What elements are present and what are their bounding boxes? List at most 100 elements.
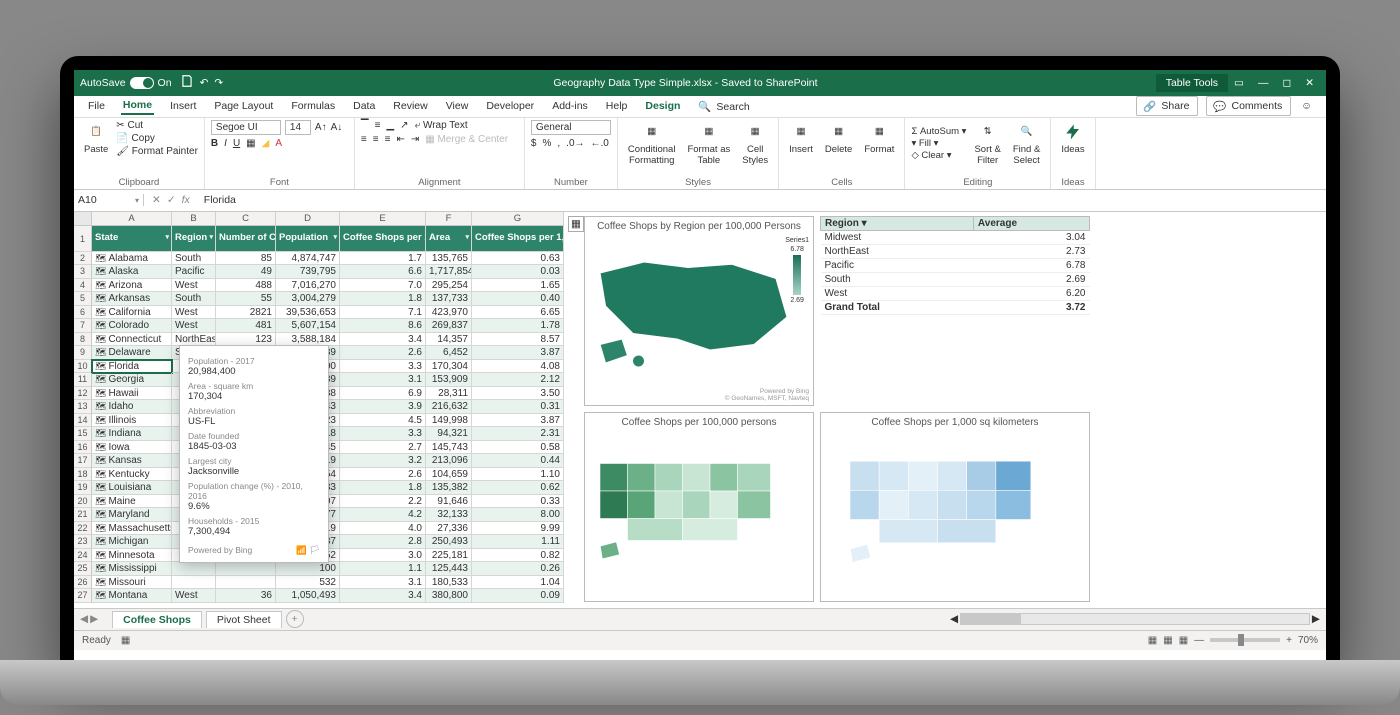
table-row[interactable]: 5ArkansasSouth553,004,2791.8137,7330.40 <box>74 292 564 306</box>
cell-styles-button[interactable]: ▦Cell Styles <box>738 120 772 168</box>
fill-button[interactable]: ▾ Fill ▾ <box>911 138 966 149</box>
sheet-tab-pivot[interactable]: Pivot Sheet <box>206 611 282 628</box>
view-break-icon[interactable]: ▦ <box>1179 635 1188 646</box>
tab-page-layout[interactable]: Page Layout <box>212 98 275 114</box>
chart-per-100k-map[interactable]: Coffee Shops per 100,000 persons <box>584 412 814 602</box>
tab-formulas[interactable]: Formulas <box>289 98 337 114</box>
font-name-select[interactable]: Segoe UI <box>211 120 281 135</box>
minimize-icon[interactable]: — <box>1258 77 1269 89</box>
merge-button[interactable]: ▦ Merge & Center <box>425 134 508 145</box>
currency-icon[interactable]: $ <box>531 138 537 149</box>
table-row[interactable]: 4ArizonaWest4887,016,2707.0295,2541.65 <box>74 279 564 293</box>
cut-button[interactable]: ✂ Cut <box>116 120 198 131</box>
border-button[interactable]: ▦ <box>246 138 255 149</box>
col-B[interactable]: B <box>172 212 216 225</box>
tab-review[interactable]: Review <box>391 98 429 114</box>
copy-button[interactable]: 📄 Copy <box>116 133 198 144</box>
filter-icon[interactable]: ▾ <box>333 232 337 244</box>
decrease-decimal-icon[interactable]: ←.0 <box>591 138 609 149</box>
add-sheet-button[interactable]: + <box>286 610 304 628</box>
name-box[interactable]: A10▾ <box>74 194 144 206</box>
close-icon[interactable]: ✕ <box>1305 77 1314 89</box>
col-G[interactable]: G <box>472 212 564 225</box>
col-C[interactable]: C <box>216 212 276 225</box>
table-row[interactable]: 3AlaskaPacific49739,7956.61,717,8540.03 <box>74 265 564 279</box>
tab-help[interactable]: Help <box>604 98 630 114</box>
number-format-select[interactable]: General <box>531 120 611 135</box>
comma-icon[interactable]: , <box>557 138 560 149</box>
insert-cells-button[interactable]: ▦Insert <box>785 120 817 157</box>
clear-button[interactable]: ◇ Clear ▾ <box>911 150 966 161</box>
increase-indent-icon[interactable]: ⇥ <box>411 134 419 145</box>
tab-developer[interactable]: Developer <box>484 98 536 114</box>
decrease-font-icon[interactable]: A↓ <box>331 122 343 133</box>
zoom-level[interactable]: 70% <box>1298 635 1318 646</box>
horizontal-scrollbar[interactable]: ◀▶ <box>950 613 1320 625</box>
tab-home[interactable]: Home <box>121 97 154 115</box>
tell-me-search[interactable]: 🔍 Search <box>696 98 753 115</box>
align-left-icon[interactable]: ≡ <box>361 134 367 145</box>
col-A[interactable]: A <box>92 212 172 225</box>
table-row[interactable]: 27MontanaWest361,050,4933.4380,8000.09 <box>74 589 564 603</box>
maximize-icon[interactable]: ◻ <box>1282 77 1291 89</box>
fx-icon[interactable]: fx <box>182 194 190 206</box>
bold-button[interactable]: B <box>211 138 218 149</box>
undo-icon[interactable]: ↶ <box>200 77 209 89</box>
find-select-button[interactable]: 🔍Find & Select <box>1009 120 1044 168</box>
enter-formula-icon[interactable]: ✓ <box>167 194 176 206</box>
align-bottom-icon[interactable]: ▁ <box>386 120 394 131</box>
macro-record-icon[interactable]: ▦ <box>121 635 130 646</box>
save-icon[interactable] <box>180 74 194 91</box>
increase-font-icon[interactable]: A↑ <box>315 122 327 133</box>
col-E[interactable]: E <box>340 212 426 225</box>
table-row[interactable]: 7ColoradoWest4815,607,1548.6269,8371.78 <box>74 319 564 333</box>
sheet-tab-coffee-shops[interactable]: Coffee Shops <box>112 611 202 628</box>
table-row[interactable]: 26Missouri5323.1180,5331.04 <box>74 576 564 590</box>
conditional-formatting-button[interactable]: ▦Conditional Formatting <box>624 120 680 168</box>
table-tools-tab[interactable]: Table Tools <box>1156 74 1228 92</box>
comments-button[interactable]: 💬 Comments <box>1206 96 1291 116</box>
paste-button[interactable]: 📋Paste <box>80 120 112 157</box>
ribbon-options-icon[interactable]: ▭ <box>1234 77 1244 89</box>
percent-icon[interactable]: % <box>542 138 551 149</box>
data-grid[interactable]: A B C D E F G 1 State▾ Region▾ Number of… <box>74 212 564 608</box>
filter-icon[interactable]: ▾ <box>165 232 169 244</box>
align-right-icon[interactable]: ≡ <box>385 134 391 145</box>
tab-view[interactable]: View <box>444 98 471 114</box>
autosave-toggle[interactable]: AutoSave On <box>80 77 172 89</box>
formula-input[interactable]: Florida <box>198 194 1326 206</box>
view-layout-icon[interactable]: ▦ <box>1163 635 1172 646</box>
filter-icon[interactable]: ▾ <box>465 232 469 244</box>
sort-filter-button[interactable]: ⇅Sort & Filter <box>970 120 1004 168</box>
table-row[interactable]: 25Mississippi1001.1125,4430.26 <box>74 562 564 576</box>
zoom-slider[interactable] <box>1210 638 1280 642</box>
select-all-corner[interactable] <box>74 212 92 225</box>
format-as-table-button[interactable]: ▦Format as Table <box>683 120 734 168</box>
tab-insert[interactable]: Insert <box>168 98 198 114</box>
tab-addins[interactable]: Add-ins <box>550 98 590 114</box>
font-size-select[interactable]: 14 <box>285 120 311 135</box>
next-sheet-icon[interactable]: ▶ <box>90 613 98 625</box>
orientation-icon[interactable]: ↗ <box>400 120 408 131</box>
wrap-text-button[interactable]: ⤶ Wrap Text <box>415 120 468 131</box>
share-button[interactable]: 🔗 Share <box>1136 96 1198 116</box>
font-color-button[interactable]: A <box>275 138 282 149</box>
format-cells-button[interactable]: ▦Format <box>860 120 898 157</box>
italic-button[interactable]: I <box>224 138 227 149</box>
pivot-table-region-average[interactable]: Region ▾Average Midwest3.04NorthEast2.73… <box>820 216 1090 406</box>
autosum-button[interactable]: Σ AutoSum ▾ <box>911 126 966 137</box>
tab-data[interactable]: Data <box>351 98 377 114</box>
tab-design[interactable]: Design <box>643 98 682 114</box>
col-F[interactable]: F <box>426 212 472 225</box>
increase-decimal-icon[interactable]: .0→ <box>566 138 584 149</box>
view-normal-icon[interactable]: ▦ <box>1148 635 1157 646</box>
zoom-out-icon[interactable]: — <box>1194 635 1204 646</box>
decrease-indent-icon[interactable]: ⇤ <box>396 134 404 145</box>
format-painter-button[interactable]: 🖌 Format Painter <box>116 146 198 157</box>
table-row[interactable]: 6CaliforniaWest282139,536,6537.1423,9706… <box>74 306 564 320</box>
tab-file[interactable]: File <box>86 98 107 114</box>
align-middle-icon[interactable]: ≡ <box>375 120 381 131</box>
chart-per-1000km-map[interactable]: Coffee Shops per 1,000 sq kilometers <box>820 412 1090 602</box>
underline-button[interactable]: U <box>233 138 240 149</box>
align-center-icon[interactable]: ≡ <box>373 134 379 145</box>
